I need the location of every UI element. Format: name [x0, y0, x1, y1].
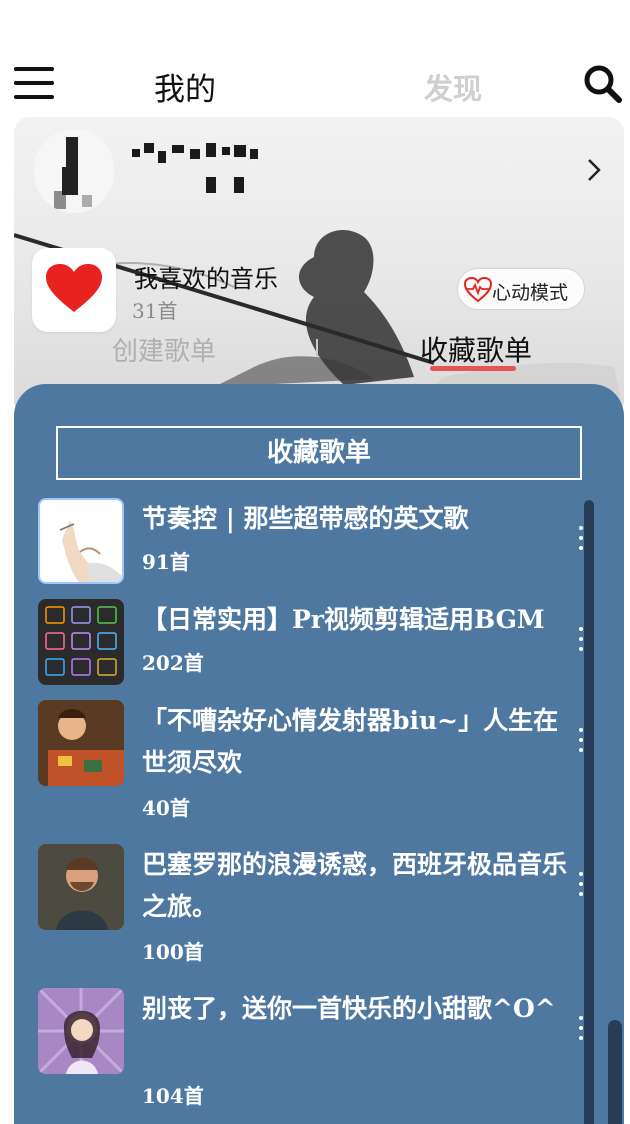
- heart-icon: [46, 264, 102, 312]
- more-vertical-icon[interactable]: [578, 1014, 584, 1044]
- tab-created-playlists[interactable]: 创建歌单: [112, 331, 216, 368]
- tab-mine[interactable]: 我的: [154, 64, 216, 109]
- playlist-title: 【日常实用】Pr视频剪辑适用BGM: [142, 605, 545, 634]
- scrollbar-thumb[interactable]: [608, 1020, 622, 1124]
- more-vertical-icon[interactable]: [578, 625, 584, 655]
- playlist-count: 40首: [142, 796, 190, 820]
- heartbeat-mode-label: 心动模式: [492, 282, 569, 304]
- playlist-cover: [38, 844, 124, 930]
- panel-title-box: 收藏歌单: [56, 426, 582, 480]
- favorites-cover[interactable]: [32, 248, 116, 332]
- playlist-count: 91首: [142, 550, 190, 574]
- profile-banner: 我喜欢的音乐 31首 心动模式 创建歌单 收藏歌单: [14, 117, 624, 417]
- favorites-title[interactable]: 我喜欢的音乐: [134, 259, 278, 294]
- collected-playlists-panel: 收藏歌单 节奏控 | 那些超带感的英文歌 91首 【日常实用】Pr视频剪辑适用B…: [14, 384, 624, 1124]
- heartbeat-icon: [464, 277, 492, 303]
- tab-collected-playlists[interactable]: 收藏歌单: [420, 329, 532, 369]
- playlist-count: 202首: [142, 651, 204, 675]
- username-pixelated: [132, 143, 272, 203]
- playlist-title: 别丧了，送你一首快乐的小甜歌^O^: [142, 994, 556, 1023]
- subtab-divider: [316, 339, 318, 357]
- search-icon[interactable]: [583, 64, 623, 104]
- playlist-title: 「不嘈杂好心情发射器biu~」人生在世须尽欢: [142, 706, 559, 777]
- scrollbar[interactable]: [584, 500, 594, 1124]
- heartbeat-mode-button[interactable]: 心动模式: [457, 268, 585, 310]
- tab-discover[interactable]: 发现: [424, 66, 482, 108]
- playlist-count: 100首: [142, 940, 204, 964]
- hamburger-menu-icon[interactable]: [14, 67, 54, 101]
- active-tab-indicator: [430, 366, 516, 371]
- avatar[interactable]: [34, 129, 114, 213]
- playlist-title: 巴塞罗那的浪漫诱惑，西班牙极品音乐之旅。: [142, 850, 568, 921]
- playlist-cover: [38, 988, 124, 1074]
- panel-title: 收藏歌单: [266, 438, 371, 468]
- more-vertical-icon[interactable]: [578, 726, 584, 756]
- more-vertical-icon[interactable]: [578, 870, 584, 900]
- favorites-count: 31首: [132, 299, 178, 323]
- playlist-cover: [38, 700, 124, 786]
- chevron-right-icon[interactable]: [586, 157, 602, 183]
- playlist-title: 节奏控 | 那些超带感的英文歌: [142, 504, 469, 533]
- playlist-cover: [38, 599, 124, 685]
- more-vertical-icon[interactable]: [578, 524, 584, 554]
- playlist-cover: [38, 498, 124, 584]
- playlist-count: 104首: [142, 1084, 204, 1108]
